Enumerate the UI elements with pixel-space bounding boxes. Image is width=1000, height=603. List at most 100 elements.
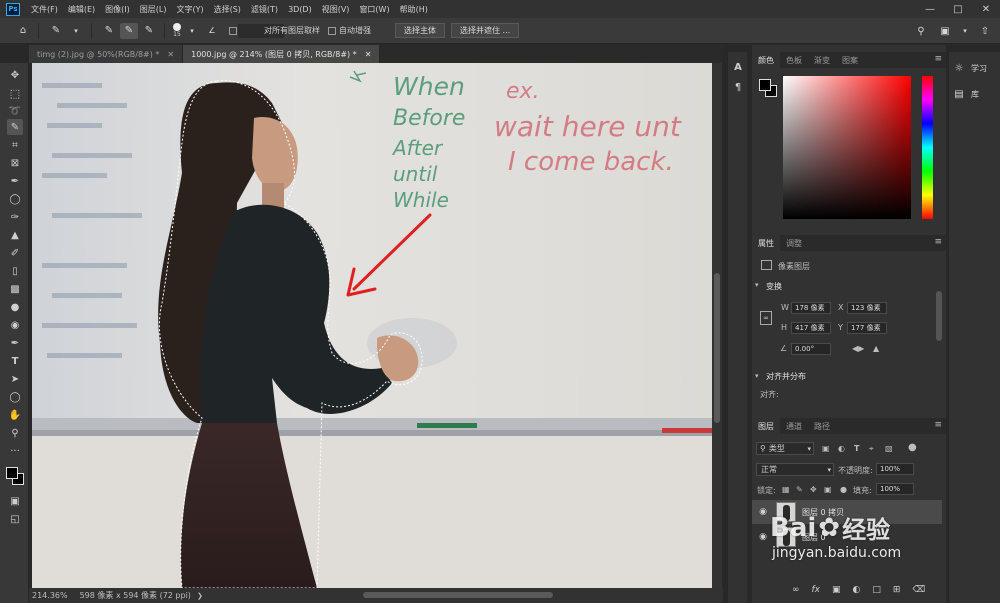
zoom-level[interactable]: 214.36% [32,591,68,600]
layer-row[interactable]: ◉ 图层 0 拷贝 [752,500,942,524]
screen-mode-icon[interactable]: ◱ [7,511,23,527]
close-icon[interactable]: ✕ [972,0,1000,18]
foreground-color-swatch[interactable] [6,467,18,479]
type-tool-icon[interactable]: T [7,353,23,369]
vertical-scrollbar[interactable] [712,63,722,588]
maximize-icon[interactable]: □ [944,0,972,18]
tab-swatches[interactable]: 色板 [780,52,808,68]
minimize-icon[interactable]: — [916,0,944,18]
brush-tool-icon[interactable]: ✑ [7,209,23,225]
y-field[interactable]: 177 像素 [847,322,887,334]
search-icon[interactable]: ⚲ [912,23,930,39]
tab-color[interactable]: 颜色 [752,52,780,68]
auto-enhance-checkbox[interactable] [328,26,336,35]
history-brush-icon[interactable]: ✐ [7,245,23,261]
more-tools-icon[interactable]: ··· [7,443,23,459]
character-panel-icon[interactable]: A [731,60,745,74]
ellipse-tool-icon[interactable]: ◯ [7,389,23,405]
panel-menu-icon[interactable]: ≡ [934,237,942,247]
lock-transparent-icon[interactable]: ▦ [782,485,790,494]
blend-mode-select[interactable]: 正常 ▾ [756,463,834,476]
frame-tool-icon[interactable]: ⊠ [7,155,23,171]
filter-adjustment-icon[interactable]: ◐ [838,444,845,453]
tab-adjustments[interactable]: 调整 [780,235,808,251]
filter-shape-icon[interactable]: ⌖ [869,444,874,454]
vertical-scroll-thumb[interactable] [714,273,720,423]
menu-select[interactable]: 选择(S) [209,4,246,15]
new-group-icon[interactable]: □ [872,585,881,595]
tab-properties[interactable]: 属性 [752,235,780,251]
x-field[interactable]: 123 像素 [847,302,887,314]
filter-toggle-icon[interactable]: ● [908,442,917,453]
brush-angle-icon[interactable]: ∠ [203,23,221,39]
tab-layers[interactable]: 图层 [752,418,780,434]
layer-name[interactable]: 图层 0 拷贝 [802,507,844,518]
quick-selection-preset-icon[interactable]: ✎ [47,23,65,39]
brush-size-picker[interactable]: 15 [173,23,181,38]
home-icon[interactable]: ⌂ [14,23,32,39]
chevron-right-icon[interactable]: ❯ [197,592,203,600]
delete-layer-icon[interactable]: ⌫ [912,585,925,595]
layer-style-icon[interactable]: fx [812,585,821,595]
hue-slider[interactable] [922,76,933,219]
link-layers-icon[interactable]: ∞ [792,585,800,595]
menu-window[interactable]: 窗口(W) [354,4,394,15]
paragraph-panel-icon[interactable]: ¶ [731,80,745,94]
menu-view[interactable]: 视图(V) [317,4,355,15]
flip-vertical-icon[interactable]: ▲ [873,344,879,353]
menu-type[interactable]: 文字(Y) [171,4,208,15]
close-icon[interactable]: ✕ [167,50,174,59]
menu-filter[interactable]: 滤镜(T) [246,4,283,15]
quick-selection-tool-icon[interactable]: ✎ [7,119,23,135]
menu-3d[interactable]: 3D(D) [283,5,317,14]
add-to-selection-icon[interactable]: ✎ [120,22,138,39]
hand-tool-icon[interactable]: ✋ [7,407,23,423]
menu-layer[interactable]: 图层(L) [135,4,172,15]
chevron-down-icon[interactable]: ▾ [956,23,974,39]
tab-channels[interactable]: 通道 [780,418,808,434]
sample-all-layers-checkbox[interactable] [229,26,237,35]
gradient-tool-icon[interactable]: ▩ [7,281,23,297]
pen-tool-icon[interactable]: ✒ [7,335,23,351]
blur-tool-icon[interactable]: ● [7,299,23,315]
lock-image-icon[interactable]: ✎ [796,485,803,494]
chevron-down-icon[interactable]: ▾ [183,23,201,39]
tab-gradients[interactable]: 渐变 [808,52,836,68]
healing-brush-icon[interactable]: ◯ [7,191,23,207]
layer-name[interactable]: 图层 0 [802,532,826,543]
link-dimensions-icon[interactable]: ∞ [760,311,772,325]
tab-patterns[interactable]: 图案 [836,52,864,68]
new-selection-icon[interactable]: ✎ [100,23,118,39]
flip-horizontal-icon[interactable]: ◀▶ [852,344,864,353]
layer-row[interactable]: ◉ 图层 0 [752,525,942,549]
properties-scrollbar[interactable] [936,291,942,341]
close-icon[interactable]: ✕ [365,50,372,59]
select-and-mask-button[interactable]: 选择并遮住 ... [451,23,520,38]
learn-item[interactable]: ☼ 学习 [953,58,997,78]
eraser-tool-icon[interactable]: ▯ [7,263,23,279]
share-icon[interactable]: ⇧ [976,23,994,39]
marquee-tool-icon[interactable]: ⬚ [7,85,23,101]
workspace-icon[interactable]: ▣ [936,23,954,39]
lock-position-icon[interactable]: ✥ [810,485,817,494]
chevron-down-icon[interactable]: ▾ [755,372,759,380]
horizontal-scroll-thumb[interactable] [363,592,553,598]
opacity-field[interactable]: 100% [876,463,914,475]
filter-type-icon[interactable]: T [854,444,859,453]
height-field[interactable]: 417 像素 [791,322,831,334]
new-layer-icon[interactable]: ⊞ [893,585,901,595]
path-selection-icon[interactable]: ➤ [7,371,23,387]
color-field[interactable] [783,76,911,219]
menu-help[interactable]: 帮助(H) [395,4,433,15]
menu-edit[interactable]: 编辑(E) [63,4,100,15]
chevron-down-icon[interactable]: ▾ [755,281,759,289]
fill-field[interactable]: 100% [876,483,914,495]
zoom-tool-icon[interactable]: ⚲ [7,425,23,441]
canvas-area[interactable]: When Before After until While ex. wait h… [29,63,723,588]
tab-timg[interactable]: timg (2).jpg @ 50%(RGB/8#) * ✕ [29,45,184,63]
angle-field[interactable]: 0.00° [791,343,831,355]
clone-stamp-icon[interactable]: ▲ [7,227,23,243]
subtract-selection-icon[interactable]: ✎ [140,23,158,39]
lasso-tool-icon[interactable]: ➰ [7,103,23,119]
panel-menu-icon[interactable]: ≡ [934,54,942,64]
